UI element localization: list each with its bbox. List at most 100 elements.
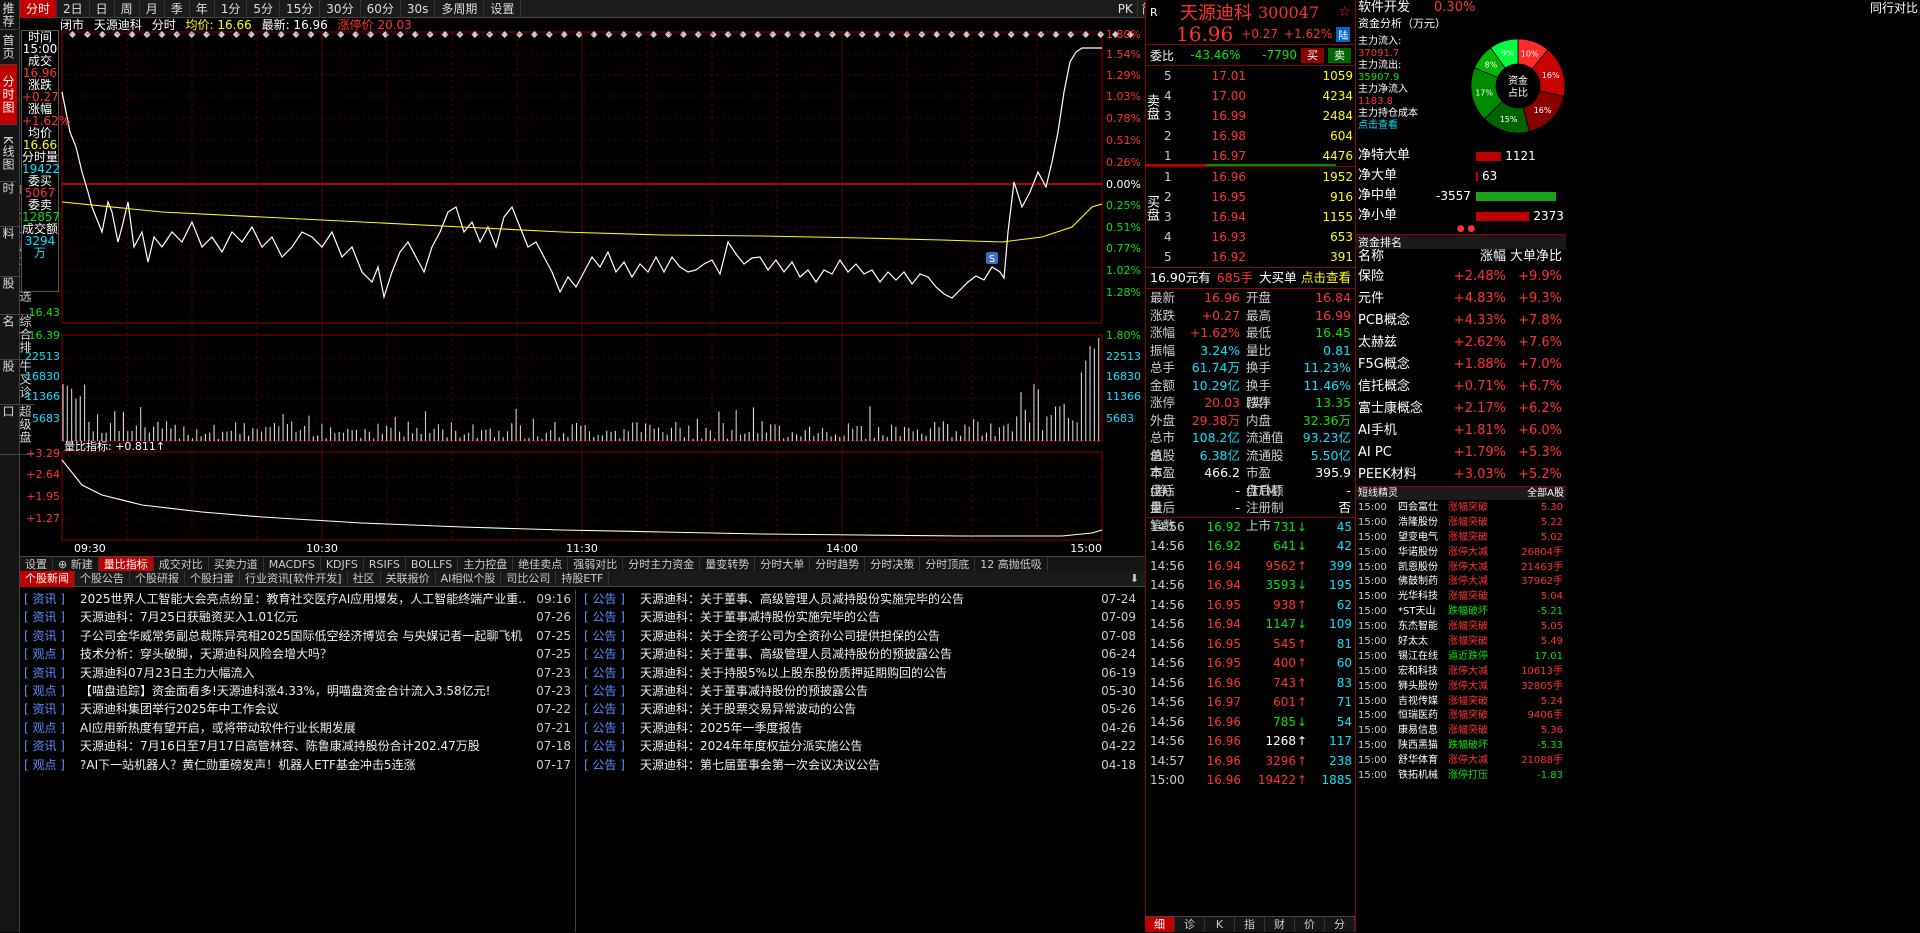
sector-row[interactable]: F5G概念 +1.88% +7.0%: [1356, 354, 1566, 376]
news-row[interactable]: [ 公告 ] 天源迪科：第七届董事会第一次会议决议公告 04-18: [580, 756, 1140, 774]
short-row[interactable]: 15:00 华诺股份 涨停大减 26804手: [1356, 546, 1566, 561]
indicator-tab-9[interactable]: 主力控盘: [458, 556, 514, 572]
indicator-tab-18[interactable]: 12 高抛低吸: [975, 556, 1048, 572]
quote-tab-0[interactable]: 细: [1145, 917, 1175, 932]
indicator-tab-15[interactable]: 分时趋势: [810, 556, 866, 572]
news-row[interactable]: [ 公告 ] 天源迪科：关于持股5%以上股东股份质押延期购回的公告 06-19: [580, 664, 1140, 682]
big-buy-row[interactable]: 16.90元有 685手 大买单 点击查看: [1146, 268, 1355, 288]
indicator-tab-13[interactable]: 量变转势: [700, 556, 756, 572]
indicator-tab-3[interactable]: 成交对比: [154, 556, 209, 572]
left-nav-item-2[interactable]: 分时图: [0, 65, 17, 125]
short-row[interactable]: 15:00 浩隆股份 涨幅突破 5.22: [1356, 516, 1566, 531]
period-tab-11[interactable]: 60分: [361, 0, 401, 18]
indicator-tab-7[interactable]: RSIFS: [364, 556, 406, 572]
indicator-tab-4[interactable]: 买卖力道: [209, 556, 264, 572]
short-row[interactable]: 15:00 东杰智能 涨幅突破 5.05: [1356, 620, 1566, 635]
short-row[interactable]: 15:00 陕西黑猫 跌幅破坏 -5.33: [1356, 739, 1566, 754]
news-row[interactable]: [ 资讯 ] 天源迪科集团举行2025年中工作会议 07-22: [20, 700, 575, 718]
period-tab-13[interactable]: 多周期: [435, 0, 485, 18]
indicator-tab-12[interactable]: 分时主力资金: [623, 556, 701, 572]
news-row[interactable]: [ 公告 ] 天源迪科：关于全资子公司为全资孙公司提供担保的公告 07-08: [580, 627, 1140, 645]
news-row[interactable]: [ 公告 ] 天源迪科：关于董事、高级管理人员减持股份的预披露公告 06-24: [580, 645, 1140, 663]
news-row[interactable]: [ 观点 ] AI应用新热度有望开启，或将带动软件行业长期发展 07-21: [20, 719, 575, 737]
left-nav-item-1[interactable]: 首页: [0, 30, 17, 65]
period-tab-12[interactable]: 30s: [401, 0, 436, 18]
period-tab-6[interactable]: 年: [190, 0, 215, 18]
news-row[interactable]: [ 资讯 ] 天源迪科：7月16日至7月17日高管林容、陈鲁康减持股份合计202.…: [20, 737, 575, 755]
book-level[interactable]: 5 17.01 1059: [1146, 66, 1355, 86]
news-tab-7[interactable]: AI相似个股: [436, 570, 502, 587]
news-tab-2[interactable]: 个股研报: [130, 570, 185, 587]
news-row[interactable]: [ 观点 ] 技术分析：穿头破脚，天源迪科风险会增大吗？ 07-25: [20, 645, 575, 663]
quote-tab-4[interactable]: 财: [1265, 917, 1295, 932]
period-tab-0[interactable]: 分时: [20, 0, 58, 18]
period-tab-4[interactable]: 月: [140, 0, 165, 18]
indicator-tab-2[interactable]: 量比指标: [98, 556, 154, 572]
news-row[interactable]: [ 公告 ] 天源迪科：2025年一季度报告 04-26: [580, 719, 1140, 737]
indicator-tab-14[interactable]: 分时大单: [755, 556, 811, 572]
short-row[interactable]: 15:00 狮头股份 涨停大减 32805手: [1356, 680, 1566, 695]
news-tab-5[interactable]: 社区: [348, 570, 381, 587]
industry-name[interactable]: 软件开发: [1358, 0, 1410, 16]
book-level[interactable]: 3 16.94 1155: [1146, 207, 1355, 227]
book-level[interactable]: 2 16.98 604: [1146, 126, 1355, 146]
left-nav-item-0[interactable]: 推荐: [0, 0, 17, 30]
news-row[interactable]: [ 公告 ] 天源迪科：2024年年度权益分派实施公告 04-22: [580, 737, 1140, 755]
book-level[interactable]: 2 16.95 916: [1146, 187, 1355, 207]
indicator-tab-5[interactable]: MACDFS: [264, 556, 321, 572]
sector-col-header[interactable]: 名称: [1356, 249, 1446, 265]
book-level[interactable]: 5 16.92 391: [1146, 247, 1355, 267]
indicator-tab-0[interactable]: 设置: [20, 556, 53, 572]
short-row[interactable]: 15:00 舒华体育 涨停大减 21088手: [1356, 754, 1566, 769]
book-level[interactable]: 4 17.00 4234: [1146, 86, 1355, 106]
news-tab-6[interactable]: 关联报价: [381, 570, 436, 587]
star-icon[interactable]: ☆: [1338, 4, 1351, 20]
sector-row[interactable]: 保险 +2.48% +9.9%: [1356, 266, 1566, 288]
short-row[interactable]: 15:00 吉视传媒 涨幅突破 5.24: [1356, 695, 1566, 710]
short-filter-select[interactable]: 全部A股: [1527, 487, 1564, 500]
intraday-chart[interactable]: 1.80% 1.54% 1.29% 1.03% 0.78% 0.51% 0.26% 0.00%…: [20, 30, 1145, 556]
book-level[interactable]: 3 16.99 2484: [1146, 106, 1355, 126]
sector-col-header[interactable]: 大单净比: [1506, 249, 1566, 265]
news-row[interactable]: [ 公告 ] 天源迪科：关于董事减持股份的预披露公告 05-30: [580, 682, 1140, 700]
short-row[interactable]: 15:00 康易信息 涨幅突破 5.36: [1356, 724, 1566, 739]
news-tab-3[interactable]: 个股扫雷: [185, 570, 240, 587]
book-level[interactable]: 1 16.96 1952: [1146, 167, 1355, 187]
quote-tab-6[interactable]: 分: [1325, 917, 1355, 932]
news-tab-0[interactable]: 个股新闻: [20, 570, 75, 587]
short-row[interactable]: 15:00 凯恩股份 涨停大减 21463手: [1356, 561, 1566, 576]
news-row[interactable]: [ 资讯 ] 天源迪科：7月25日获融资买入1.01亿元 07-26: [20, 608, 575, 626]
news-row[interactable]: [ 公告 ] 天源迪科：关于董事减持股份实施完毕的公告 07-09: [580, 608, 1140, 626]
news-row[interactable]: [ 公告 ] 天源迪科：关于董事、高级管理人员减持股份实施完毕的公告 07-24: [580, 590, 1140, 608]
period-tab-14[interactable]: 设置: [484, 0, 522, 18]
short-row[interactable]: 15:00 *ST天山 跌幅破坏 -5.21: [1356, 605, 1566, 620]
period-tab-2[interactable]: 日: [90, 0, 115, 18]
news-tab-8[interactable]: 司比公司: [501, 570, 557, 587]
quote-tab-5[interactable]: 价: [1295, 917, 1325, 932]
news-row[interactable]: [ 资讯 ] 2025世界人工智能大会亮点纷呈：教育社交医疗AI应用爆发，人工智能…: [20, 590, 575, 608]
period-tab-1[interactable]: 2日: [57, 0, 90, 18]
short-row[interactable]: 15:00 宏和科技 涨停大减 10613手: [1356, 665, 1566, 680]
quote-tab-1[interactable]: 诊: [1175, 917, 1205, 932]
period-tab-7[interactable]: 1分: [215, 0, 248, 18]
book-level[interactable]: 1 16.97 4476: [1146, 146, 1355, 166]
news-tab-4[interactable]: 行业资讯[软件开发]: [240, 570, 348, 587]
flow-value[interactable]: 点击查看: [1358, 120, 1468, 132]
news-row[interactable]: [ 资讯 ] 子公司金华威常务副总裁陈异亮相2025国际低空经济博览会 与央媒记者…: [20, 627, 575, 645]
sector-row[interactable]: PCB概念 +4.33% +7.8%: [1356, 310, 1566, 332]
sell-button[interactable]: 卖: [1328, 47, 1351, 63]
indicator-tab-11[interactable]: 强弱对比: [568, 556, 624, 572]
sector-row[interactable]: 富士康概念 +2.17% +6.2%: [1356, 398, 1566, 420]
peer-compare-button[interactable]: 同行对比: [1870, 0, 1918, 16]
indicator-tab-8[interactable]: BOLLFS: [406, 556, 459, 572]
news-row[interactable]: [ 公告 ] 天源迪科：关于股票交易异常波动的公告 05-26: [580, 700, 1140, 718]
short-row[interactable]: 15:00 光华科技 涨幅突破 5.04: [1356, 590, 1566, 605]
short-row[interactable]: 15:00 佛鼓制药 涨停大减 37962手: [1356, 575, 1566, 590]
short-row[interactable]: 15:00 望变电气 涨幅突破 5.02: [1356, 531, 1566, 546]
book-level[interactable]: 4 16.93 653: [1146, 227, 1355, 247]
short-row[interactable]: 15:00 四会富仕 涨幅突破 5.30: [1356, 501, 1566, 516]
short-row[interactable]: 15:00 铁拓机械 涨停打压 -1.83: [1356, 769, 1566, 784]
period-tab-9[interactable]: 15分: [280, 0, 321, 18]
view-link[interactable]: 点击查看: [1301, 268, 1351, 288]
news-tab-1[interactable]: 个股公告: [75, 570, 130, 587]
